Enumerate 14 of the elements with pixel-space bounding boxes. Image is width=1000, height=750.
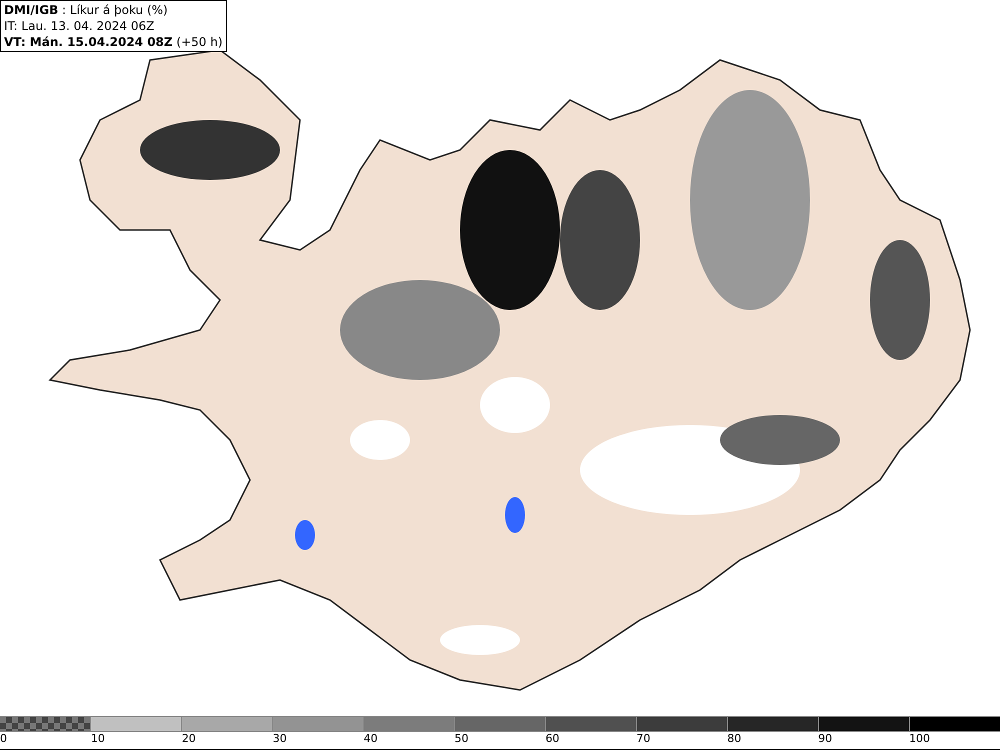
info-text: IT: Lau. 13. 04. 2024 06Z — [4, 18, 156, 34]
legend-label: 30 — [272, 732, 287, 745]
legend-label: 50 — [454, 732, 469, 745]
legend-label: 100 — [909, 732, 930, 745]
legend-label: 20 — [182, 732, 196, 745]
info-text: DMI/IGB : Líkur á þoku (%) — [4, 2, 169, 18]
legend-label: 10 — [90, 732, 105, 745]
legend-label: 0 — [0, 732, 7, 745]
legend-label: 60 — [545, 732, 560, 745]
legend-label: 80 — [727, 732, 742, 745]
legend-label: 40 — [364, 732, 378, 745]
info-text: VT: Mán. 15.04.2024 08Z (+50 h) — [4, 34, 223, 50]
legend-label: 70 — [636, 732, 650, 745]
legend-label: 90 — [818, 732, 832, 745]
